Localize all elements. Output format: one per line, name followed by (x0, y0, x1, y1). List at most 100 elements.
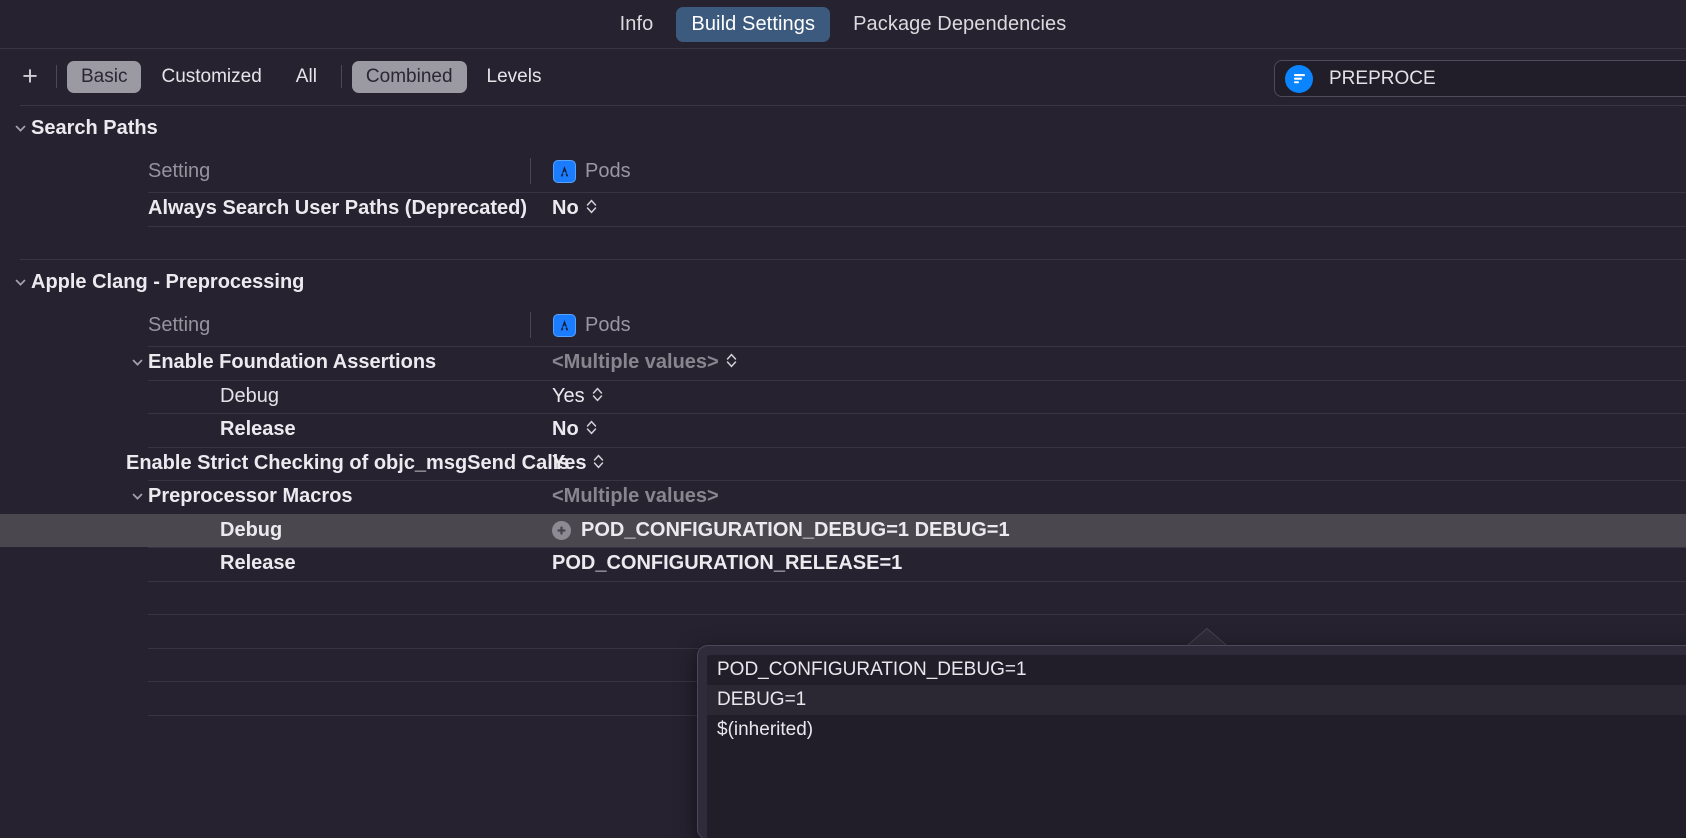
row-separator (148, 547, 1686, 548)
toolbar-divider-2 (340, 65, 342, 88)
table-row[interactable]: Debug POD_CONFIGURATION_DEBUG=1 DEBUG=1 (0, 513, 1686, 547)
macro-value-row[interactable]: DEBUG=1 (707, 685, 1686, 715)
xcode-project-icon (553, 159, 576, 183)
setting-value: POD_CONFIGURATION_RELEASE=1 (552, 552, 903, 575)
value-stepper-icon[interactable] (592, 385, 603, 408)
macro-values-popover[interactable]: POD_CONFIGURATION_DEBUG=1 DEBUG=1 $(inheri… (697, 645, 1686, 838)
setting-value: <Multiple values> (552, 351, 719, 374)
segment-combined[interactable]: Combined (351, 60, 467, 93)
plus-icon: + (22, 61, 38, 91)
column-header-target[interactable]: Pods (530, 158, 631, 184)
tab-package-dependencies[interactable]: Package Dependencies (838, 7, 1081, 42)
column-header-row: Setting Pods (0, 304, 1686, 346)
scope-filter-group: Basic Customized All (67, 60, 331, 93)
search-input-value: PREPROCE (1329, 67, 1436, 89)
setting-value: POD_CONFIGURATION_DEBUG=1 DEBUG=1 (581, 518, 1010, 541)
table-row[interactable]: Enable Foundation Assertions <Multiple va… (0, 346, 1686, 380)
row-separator (148, 514, 1686, 515)
table-row[interactable]: Preprocessor Macros <Multiple values> (0, 480, 1686, 514)
add-setting-button[interactable]: + (14, 61, 46, 93)
chevron-down-icon (9, 122, 31, 135)
chevron-down-icon (9, 276, 31, 289)
segment-levels[interactable]: Levels (473, 61, 556, 93)
row-separator (148, 446, 1686, 448)
row-separator (148, 614, 1686, 615)
add-value-icon[interactable] (552, 520, 571, 540)
setting-value: No (552, 418, 579, 441)
setting-name: Enable Strict Checking of objc_msgSend C… (126, 451, 570, 474)
setting-name-cell: Release (0, 552, 552, 575)
column-header-target-label: Pods (585, 159, 631, 182)
setting-name: Enable Foundation Assertions (148, 351, 437, 374)
group-title: Search Paths (31, 116, 158, 139)
empty-table-row[interactable] (0, 225, 1686, 260)
setting-value-cell[interactable]: Yes (552, 452, 604, 475)
setting-value: <Multiple values> (552, 485, 719, 508)
value-stepper-icon[interactable] (586, 418, 597, 441)
row-separator (148, 346, 1686, 347)
search-field[interactable]: PREPROCE (1274, 60, 1686, 97)
column-header-target[interactable]: Pods (530, 312, 631, 338)
empty-table-row[interactable] (0, 580, 1686, 615)
row-separator (148, 413, 1686, 414)
setting-value-cell[interactable]: POD_CONFIGURATION_RELEASE=1 (552, 552, 902, 575)
segment-all[interactable]: All (282, 61, 331, 93)
setting-value-cell[interactable]: <Multiple values> (552, 485, 719, 508)
value-stepper-icon[interactable] (593, 452, 604, 475)
setting-name: Preprocessor Macros (148, 485, 353, 508)
value-stepper-icon[interactable] (726, 351, 737, 374)
setting-name-cell: Preprocessor Macros (0, 485, 552, 508)
macro-value-row[interactable]: POD_CONFIGURATION_DEBUG=1 (707, 655, 1686, 685)
setting-name: Release (220, 552, 296, 575)
setting-value-cell[interactable]: POD_CONFIGURATION_DEBUG=1 DEBUG=1 (552, 519, 1010, 542)
empty-table-row[interactable] (0, 614, 1686, 648)
setting-value: Yes (552, 384, 585, 407)
setting-value-cell[interactable]: No (552, 197, 597, 220)
value-stepper-icon[interactable] (586, 197, 597, 220)
xcode-project-icon (553, 313, 576, 337)
table-row[interactable]: Enable Strict Checking of objc_msgSend C… (0, 446, 1686, 481)
macro-values-list: POD_CONFIGURATION_DEBUG=1 DEBUG=1 $(inheri… (707, 655, 1686, 838)
column-header-row: Setting Pods (0, 150, 1686, 192)
setting-name-cell: Release (0, 418, 552, 441)
table-row[interactable]: Always Search User Paths (Deprecated) No (0, 192, 1686, 226)
row-separator (148, 192, 1686, 193)
group-header-apple-clang-preprocessing[interactable]: Apple Clang - Preprocessing (0, 260, 1686, 304)
macro-value-row[interactable]: $(inherited) (707, 715, 1686, 745)
column-header-setting: Setting (148, 313, 211, 336)
column-header-setting: Setting (148, 159, 211, 182)
setting-value: Yes (552, 451, 587, 474)
setting-value-cell[interactable]: <Multiple values> (552, 351, 737, 374)
segment-customized[interactable]: Customized (147, 61, 275, 93)
row-separator (148, 580, 1686, 582)
column-header-target-label: Pods (585, 313, 631, 336)
toolbar-divider-1 (56, 65, 57, 88)
setting-name-cell: Enable Strict Checking of objc_msgSend C… (0, 452, 569, 475)
table-row[interactable]: Release No (0, 413, 1686, 447)
setting-name-cell: Always Search User Paths (Deprecated) (0, 197, 552, 220)
table-row[interactable]: Release POD_CONFIGURATION_RELEASE=1 (0, 547, 1686, 581)
setting-value-cell[interactable]: No (552, 418, 597, 441)
tab-info[interactable]: Info (605, 7, 669, 42)
chevron-down-icon[interactable] (126, 490, 148, 503)
table-row[interactable]: Debug Yes (0, 379, 1686, 414)
row-separator (148, 379, 1686, 381)
filter-icon (1285, 64, 1313, 93)
tab-build-settings[interactable]: Build Settings (676, 7, 831, 42)
group-header-search-paths[interactable]: Search Paths (0, 106, 1686, 150)
editor-tab-bar: Info Build Settings Package Dependencies (0, 0, 1686, 49)
setting-value: No (552, 197, 579, 220)
chevron-down-icon[interactable] (126, 356, 148, 369)
row-separator (148, 225, 1686, 227)
build-settings-window: Info Build Settings Package Dependencies +… (0, 0, 1686, 838)
setting-name-cell: Enable Foundation Assertions (0, 351, 552, 374)
group-title: Apple Clang - Preprocessing (31, 270, 305, 293)
setting-name: Release (220, 418, 296, 441)
row-separator (148, 480, 1686, 481)
setting-value-cell[interactable]: Yes (552, 385, 603, 408)
setting-name: Debug (220, 384, 279, 407)
setting-name: Always Search User Paths (Deprecated) (148, 197, 528, 220)
level-filter-group: Combined Levels (351, 60, 556, 93)
segment-basic[interactable]: Basic (67, 60, 142, 93)
setting-name-cell: Debug (0, 519, 552, 542)
